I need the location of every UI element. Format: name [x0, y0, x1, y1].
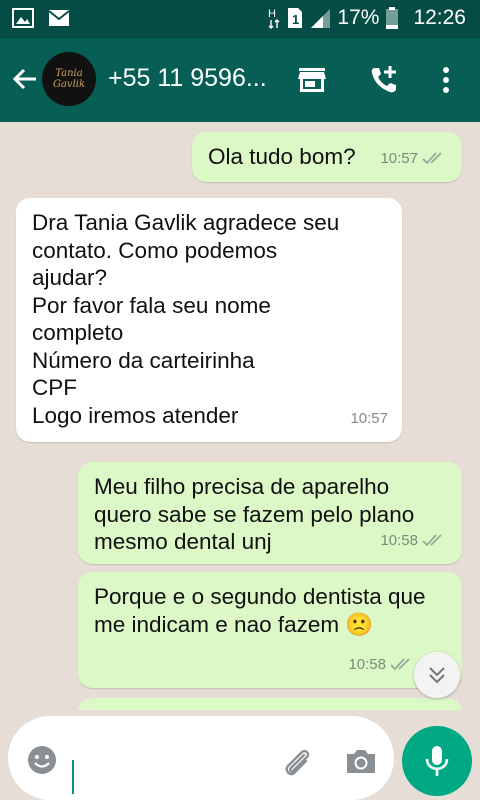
- message-bubble-outgoing[interactable]: Meu filho precisa de aparelho quero sabe…: [78, 462, 462, 564]
- double-check-icon: [422, 152, 442, 165]
- message-text: Dra Tania Gavlik agradece seu contato. C…: [32, 210, 340, 428]
- microphone-icon: [425, 746, 449, 776]
- h-data-icon: H: [268, 8, 280, 29]
- back-arrow-icon[interactable]: [10, 64, 40, 94]
- double-check-icon: [422, 534, 442, 547]
- contact-name[interactable]: +55 11 9596...: [108, 64, 267, 93]
- clock: 12:26: [413, 6, 466, 29]
- message-meta: 10:57: [380, 145, 448, 173]
- more-vertical-icon[interactable]: [430, 64, 462, 96]
- message-meta: 10:58: [380, 527, 448, 555]
- message-time: 10:58: [348, 655, 386, 673]
- avatar[interactable]: Tania Gavlik: [42, 52, 96, 106]
- battery-icon: [386, 7, 399, 29]
- svg-text:1: 1: [292, 12, 299, 27]
- message-bubble-outgoing[interactable]: Porque e o segundo dentista que me indic…: [78, 572, 462, 688]
- signal-icon: [311, 9, 331, 28]
- image-icon: [12, 8, 34, 28]
- status-bar: H 1 17% 12:26: [0, 0, 480, 38]
- sim-1-icon: 1: [288, 8, 303, 28]
- battery-percent: 17%: [337, 6, 380, 29]
- double-check-icon: [390, 658, 410, 671]
- message-bubble-outgoing[interactable]: Ola tudo bom? 10:57: [192, 132, 462, 182]
- mail-icon: [48, 10, 70, 26]
- add-call-icon[interactable]: [368, 64, 400, 96]
- svg-text:H: H: [268, 8, 276, 20]
- double-chevron-down-icon: [429, 667, 445, 684]
- message-meta: 10:57: [350, 405, 388, 433]
- message-text: Porque e o segundo dentista que me indic…: [94, 584, 426, 637]
- voice-record-button[interactable]: [402, 726, 472, 796]
- chat-header: Tania Gavlik +55 11 9596...: [0, 38, 480, 122]
- camera-icon[interactable]: [344, 746, 378, 776]
- message-time: 10:57: [350, 409, 388, 427]
- store-icon[interactable]: [296, 64, 328, 96]
- message-bubble-outgoing-partial[interactable]: [78, 698, 462, 710]
- avatar-logo-text: Tania Gavlik: [52, 68, 86, 90]
- message-time: 10:58: [380, 531, 418, 549]
- composer: [0, 710, 480, 800]
- scroll-down-button[interactable]: [414, 652, 460, 698]
- message-meta: 10:58: [348, 651, 416, 679]
- message-bubble-incoming[interactable]: Dra Tania Gavlik agradece seu contato. C…: [16, 198, 402, 442]
- message-list[interactable]: Ola tudo bom? 10:57 Dra Tania Gavlik agr…: [0, 122, 480, 710]
- paperclip-icon[interactable]: [280, 746, 314, 780]
- message-time: 10:57: [380, 149, 418, 167]
- message-input[interactable]: [8, 716, 394, 800]
- text-caret: [72, 760, 74, 794]
- emoji-icon[interactable]: [26, 744, 58, 776]
